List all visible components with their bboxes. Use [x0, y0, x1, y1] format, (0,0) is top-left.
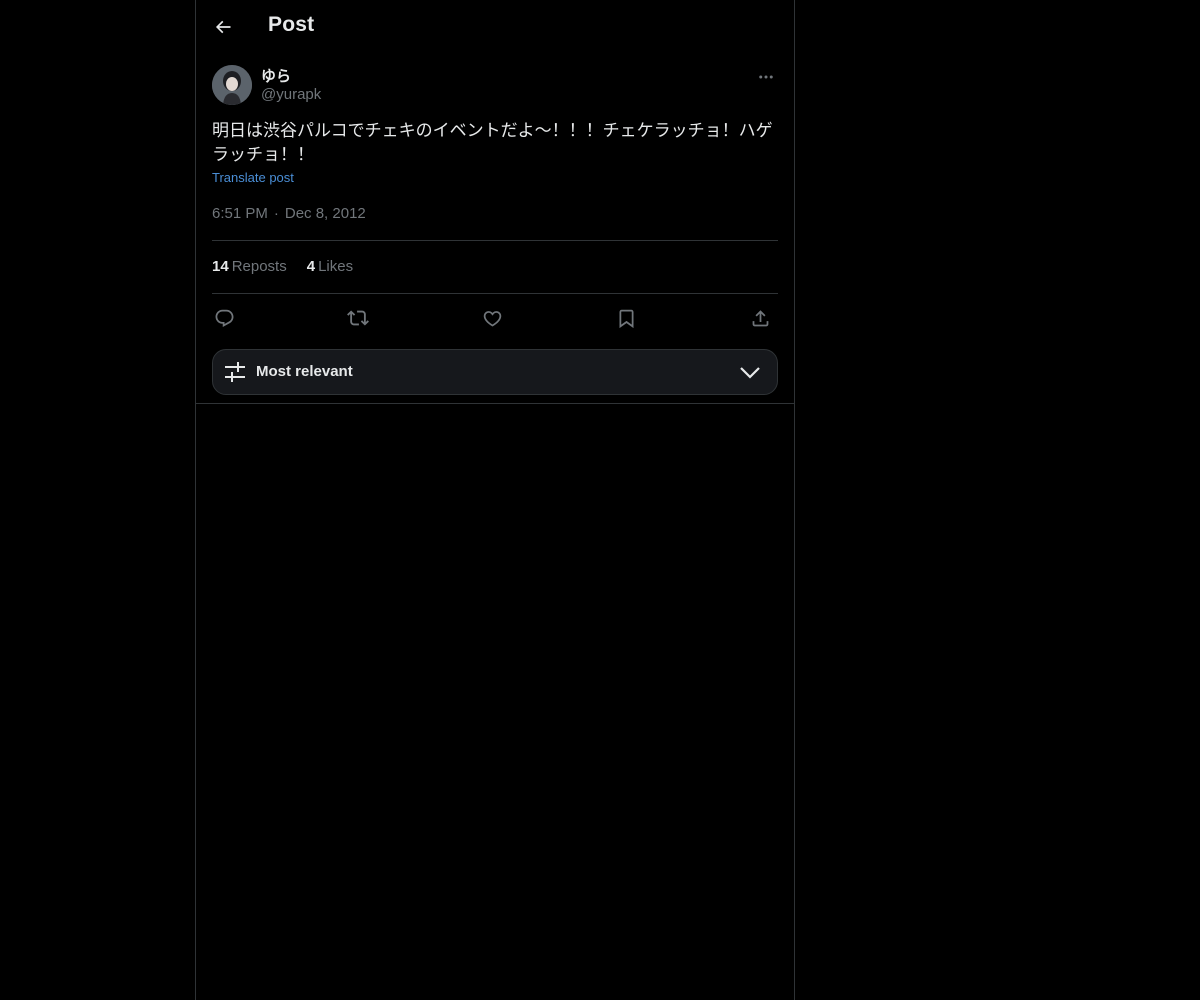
sort-label: Most relevant	[256, 363, 353, 380]
divider	[212, 293, 778, 294]
divider	[196, 403, 794, 404]
sort-replies-dropdown[interactable]: Most relevant	[212, 349, 778, 395]
display-name[interactable]: ゆら	[261, 65, 291, 86]
user-handle[interactable]: @yurapk	[261, 86, 321, 103]
arrow-left-icon	[213, 17, 233, 37]
bookmark-icon	[616, 308, 637, 329]
repost-icon	[347, 307, 369, 329]
likes-count: 4	[306, 258, 316, 275]
main-column: Post ゆら @yurapk 明日は渋谷パルコでチェキのイベントだよ〜！！！チ…	[195, 0, 795, 1000]
header: Post	[196, 0, 794, 53]
more-button[interactable]	[754, 65, 778, 89]
reposts-count: 14	[212, 258, 229, 275]
sliders-icon	[223, 361, 247, 383]
share-icon	[750, 308, 771, 329]
share-button[interactable]	[748, 306, 772, 330]
post-timestamp: 6:51 PM · Dec 8, 2012	[212, 205, 366, 222]
avatar[interactable]	[212, 65, 252, 105]
heart-icon	[482, 308, 503, 329]
bookmark-button[interactable]	[614, 306, 638, 330]
post-date[interactable]: Dec 8, 2012	[285, 205, 366, 222]
reply-icon	[214, 308, 235, 329]
post-stats: 14 Reposts 4 Likes	[212, 258, 353, 275]
likes-stat[interactable]: 4 Likes	[307, 258, 353, 275]
action-bar	[212, 306, 778, 330]
translate-post-link[interactable]: Translate post	[212, 170, 294, 185]
post-text: 明日は渋谷パルコでチェキのイベントだよ〜！！！チェケラッチョ！ハゲラッチョ！！	[212, 121, 773, 165]
more-horizontal-icon	[757, 68, 775, 86]
divider	[212, 240, 778, 241]
post-time[interactable]: 6:51 PM	[212, 205, 268, 222]
chevron-down-icon	[739, 362, 761, 382]
reposts-stat[interactable]: 14 Reposts	[212, 258, 287, 275]
back-button[interactable]	[207, 11, 239, 43]
like-button[interactable]	[480, 306, 504, 330]
repost-button[interactable]	[346, 306, 370, 330]
likes-label: Likes	[318, 258, 354, 275]
reposts-label: Reposts	[231, 258, 287, 275]
reply-button[interactable]	[212, 306, 236, 330]
page-title: Post	[268, 13, 315, 36]
timestamp-separator: ·	[273, 205, 279, 222]
